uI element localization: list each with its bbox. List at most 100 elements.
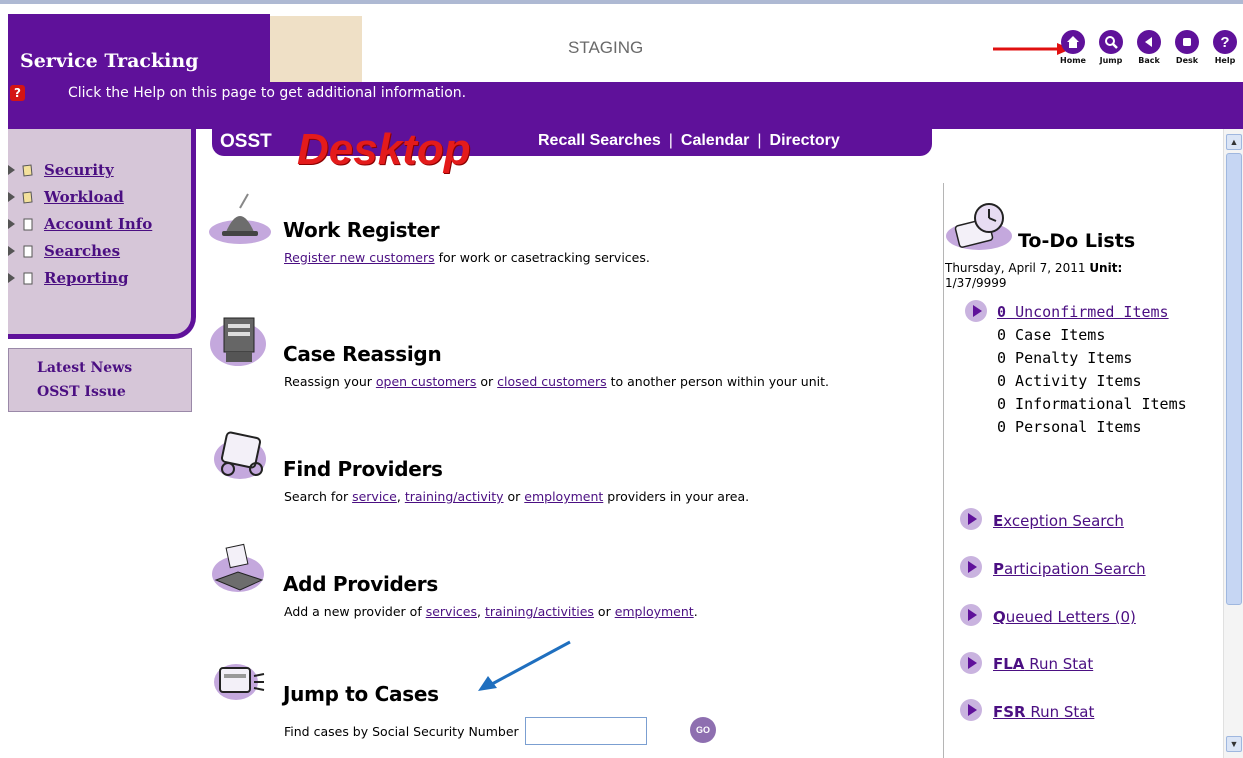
help-question-icon[interactable]: ? xyxy=(10,85,25,101)
todo-list: 0 Unconfirmed Items 0 Case Items 0 Penal… xyxy=(997,301,1187,439)
link-key: FLA xyxy=(993,655,1025,673)
play-icon xyxy=(965,300,987,322)
fsr-run-stat-link[interactable]: FSR Run Stat xyxy=(993,703,1094,721)
list-item: 0 Penalty Items xyxy=(997,349,1133,367)
unit-label: Unit: xyxy=(1089,261,1123,275)
sidebar-item-searches[interactable]: Searches xyxy=(8,242,120,260)
calendar-clock-icon xyxy=(946,203,1012,250)
news-box: Latest News OSST Issue xyxy=(8,348,192,412)
employment-link[interactable]: employment xyxy=(524,489,603,504)
jump-label: Jump xyxy=(1099,56,1123,65)
description-text: Reassign your xyxy=(284,374,376,389)
play-icon xyxy=(960,652,982,674)
help-bar: ? Click the Help on this page to get add… xyxy=(8,82,1243,106)
section-title: Add Providers xyxy=(283,572,438,596)
link-text: ueued Letters (0) xyxy=(1005,608,1136,626)
osst-label: OSST xyxy=(220,131,272,152)
link-key: E xyxy=(993,512,1004,530)
brand-tab-decoration xyxy=(262,16,362,86)
description-text: providers in your area. xyxy=(603,489,750,504)
help-icon: ? xyxy=(1213,30,1237,54)
blue-annotation-arrow xyxy=(478,640,571,691)
sidebar-item-reporting[interactable]: Reporting xyxy=(8,269,128,287)
unconfirmed-items-link[interactable]: 0 Unconfirmed Items xyxy=(997,301,1187,324)
exception-search-link[interactable]: Exception Search xyxy=(993,512,1124,530)
go-button[interactable]: GO xyxy=(690,717,716,743)
ssn-label: Find cases by Social Security Number xyxy=(284,723,519,739)
desk-button[interactable]: Desk xyxy=(1172,30,1202,65)
osst-issue-link[interactable]: OSST Issue xyxy=(37,384,126,400)
expand-arrow-icon[interactable] xyxy=(8,219,15,229)
employment-link[interactable]: employment xyxy=(615,604,694,619)
scroll-up-button[interactable]: ▲ xyxy=(1226,134,1242,150)
unconfirmed-count: 0 xyxy=(997,303,1007,321)
document-icon xyxy=(23,218,33,230)
scroll-down-button[interactable]: ▼ xyxy=(1226,736,1242,752)
description-text: or xyxy=(476,374,498,389)
environment-label: STAGING xyxy=(568,38,644,57)
participation-search-link[interactable]: Participation Search xyxy=(993,560,1146,578)
top-navigation: Home Jump Back Desk ? Help xyxy=(1058,30,1240,65)
sidebar-item-workload[interactable]: Workload xyxy=(8,188,124,206)
home-label: Home xyxy=(1060,56,1086,65)
search-icon xyxy=(1099,30,1123,54)
link-key: P xyxy=(993,560,1004,578)
ssn-input[interactable] xyxy=(524,717,647,745)
description-text: , xyxy=(477,604,485,619)
vertical-scrollbar[interactable]: ▲ ▼ xyxy=(1223,129,1243,758)
description-text: , xyxy=(396,489,405,504)
todo-lists-title: To-Do Lists xyxy=(1018,230,1136,252)
help-button[interactable]: ? Help xyxy=(1210,30,1240,65)
sidebar-item-label[interactable]: Reporting xyxy=(44,269,128,287)
folder-icon xyxy=(22,163,33,177)
scroll-thumb[interactable] xyxy=(1226,153,1242,605)
ssn-search-row: Find cases by Social Security Number xyxy=(284,717,647,745)
tab-directory[interactable]: Directory xyxy=(770,132,840,149)
link-text: xception Search xyxy=(1003,512,1124,530)
sidebar-item-label[interactable]: Security xyxy=(44,161,114,179)
desk-label: Desk xyxy=(1175,56,1199,65)
play-icon xyxy=(960,699,982,721)
jump-button[interactable]: Jump xyxy=(1096,30,1126,65)
queued-letters-link[interactable]: Queued Letters (0) xyxy=(993,608,1136,626)
open-customers-link[interactable]: open customers xyxy=(376,374,477,389)
expand-arrow-icon[interactable] xyxy=(8,165,15,175)
expand-arrow-icon[interactable] xyxy=(8,246,15,256)
back-label: Back xyxy=(1138,56,1160,65)
description-text: Add a new provider of xyxy=(284,604,426,619)
fla-run-stat-link[interactable]: FLA Run Stat xyxy=(993,655,1093,673)
sidebar-item-label[interactable]: Workload xyxy=(44,188,124,206)
sidebar-item-label[interactable]: Account Info xyxy=(44,215,152,233)
description-text: Search for xyxy=(284,489,353,504)
todo-date-text: Thursday, April 7, 2011 xyxy=(945,261,1086,275)
left-sidebar: Security Workload Account Info Searches … xyxy=(8,129,196,339)
expand-arrow-icon[interactable] xyxy=(8,273,15,283)
description-text: . xyxy=(693,604,698,619)
back-button[interactable]: Back xyxy=(1134,30,1164,65)
home-icon xyxy=(1061,30,1085,54)
service-bell-icon xyxy=(209,193,271,244)
inbox-tray-icon xyxy=(212,543,264,592)
service-link[interactable]: service xyxy=(352,489,397,504)
desk-icon xyxy=(1175,30,1199,54)
sidebar-item-label[interactable]: Searches xyxy=(44,242,120,260)
home-button[interactable]: Home xyxy=(1058,30,1088,65)
tab-separator: | xyxy=(668,132,673,149)
link-key: Q xyxy=(993,608,1006,626)
latest-news-link[interactable]: Latest News xyxy=(37,360,132,376)
closed-customers-link[interactable]: closed customers xyxy=(497,374,606,389)
services-link[interactable]: services xyxy=(426,604,477,619)
section-description: Add a new provider of services, training… xyxy=(284,604,698,619)
training-activities-link[interactable]: training/activities xyxy=(485,604,594,619)
training-activity-link[interactable]: training/activity xyxy=(405,489,504,504)
play-icon xyxy=(960,508,982,530)
section-title: Case Reassign xyxy=(283,342,442,366)
section-description: Register new customers for work or caset… xyxy=(284,250,650,265)
expand-arrow-icon[interactable] xyxy=(8,192,15,202)
sidebar-item-account-info[interactable]: Account Info xyxy=(8,215,152,233)
tab-recall-searches[interactable]: Recall Searches xyxy=(538,132,661,149)
tab-calendar[interactable]: Calendar xyxy=(681,132,749,149)
register-new-customers-link[interactable]: Register new customers xyxy=(284,250,435,265)
description-text: or xyxy=(593,604,615,619)
sidebar-item-security[interactable]: Security xyxy=(8,161,114,179)
